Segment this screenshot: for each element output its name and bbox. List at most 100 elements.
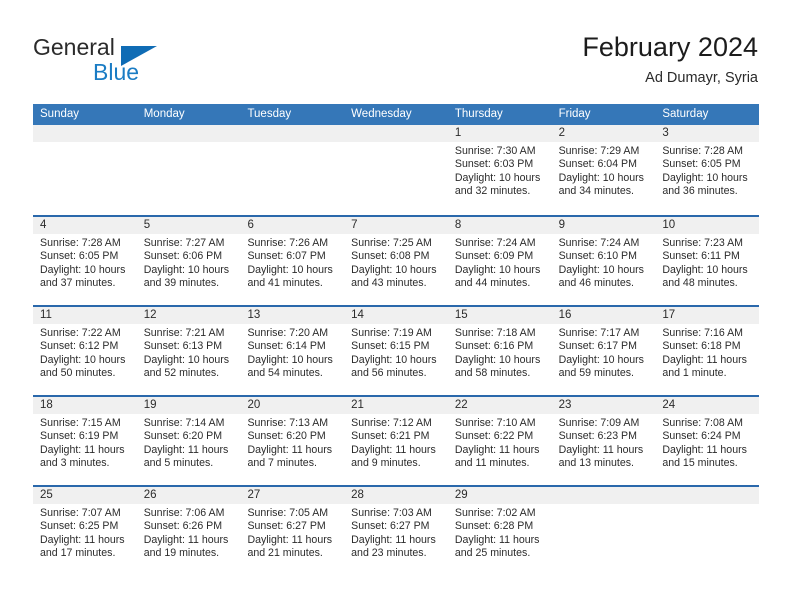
- day-details: Sunrise: 7:23 AM Sunset: 6:11 PM Daylight:…: [655, 234, 759, 291]
- calendar-day-cell[interactable]: 24 Sunrise: 7:08 AM Sunset: 6:24 PM Dayligh…: [655, 397, 760, 485]
- sunset-text: Sunset: 6:14 PM: [247, 340, 326, 353]
- calendar-day-cell[interactable]: 26 Sunrise: 7:06 AM Sunset: 6:26 PM Dayligh…: [136, 487, 241, 575]
- calendar-day-cell[interactable]: 14 Sunrise: 7:19 AM Sunset: 6:15 PM Dayligh…: [344, 307, 448, 395]
- calendar-day-cell[interactable]: 9 Sunrise: 7:24 AM Sunset: 6:10 PM Daylight…: [551, 217, 656, 305]
- day-details: Sunrise: 7:26 AM Sunset: 6:07 PM Daylight:…: [240, 234, 344, 291]
- day-number: 16: [551, 307, 656, 324]
- day-number: 5: [136, 217, 241, 234]
- daylight-text-line1: Daylight: 10 hours: [454, 171, 541, 184]
- calendar-day-cell[interactable]: 20 Sunrise: 7:13 AM Sunset: 6:20 PM Dayligh…: [240, 397, 345, 485]
- general-blue-logo[interactable]: General Blue: [33, 34, 223, 90]
- sunset-text: Sunset: 6:05 PM: [40, 250, 119, 263]
- calendar-day-cell[interactable]: 27 Sunrise: 7:05 AM Sunset: 6:27 PM Dayligh…: [240, 487, 345, 575]
- day-details: Sunrise: 7:08 AM Sunset: 6:24 PM Daylight:…: [655, 414, 759, 471]
- daylight-text-line2: and 46 minutes.: [558, 277, 634, 290]
- sunrise-text: Sunrise: 7:24 AM: [558, 237, 640, 249]
- calendar-day-cell[interactable]: 12 Sunrise: 7:21 AM Sunset: 6:13 PM Dayligh…: [136, 307, 241, 395]
- calendar-day-cell[interactable]: 18 Sunrise: 7:15 AM Sunset: 6:19 PM Dayligh…: [33, 397, 137, 485]
- daylight-text-line2: and 54 minutes.: [247, 367, 323, 380]
- sunrise-text: Sunrise: 7:24 AM: [454, 237, 536, 249]
- sunset-text: Sunset: 6:15 PM: [351, 340, 430, 353]
- calendar-day-cell[interactable]: 6 Sunrise: 7:26 AM Sunset: 6:07 PM Daylight…: [240, 217, 345, 305]
- day-details: Sunrise: 7:21 AM Sunset: 6:13 PM Daylight:…: [137, 324, 241, 381]
- sunrise-text: Sunrise: 7:28 AM: [40, 237, 121, 249]
- day-number: [33, 125, 137, 142]
- daylight-text-line1: Daylight: 11 hours: [143, 533, 229, 546]
- calendar-day-cell[interactable]: 4 Sunrise: 7:28 AM Sunset: 6:05 PM Daylight…: [33, 217, 137, 305]
- sunrise-text: Sunrise: 7:12 AM: [351, 417, 432, 429]
- sunrise-text: Sunrise: 7:25 AM: [351, 237, 432, 249]
- calendar-day-cell[interactable]: 28 Sunrise: 7:03 AM Sunset: 6:27 PM Dayligh…: [344, 487, 448, 575]
- sunrise-text: Sunrise: 7:23 AM: [662, 237, 743, 249]
- page-title: February 2024: [582, 32, 758, 62]
- sunrise-text: Sunrise: 7:16 AM: [662, 327, 743, 339]
- daylight-text-line2: and 15 minutes.: [662, 457, 738, 470]
- sunset-text: Sunset: 6:26 PM: [143, 520, 223, 533]
- day-number: 19: [136, 397, 241, 414]
- sunset-text: Sunset: 6:08 PM: [351, 250, 430, 263]
- calendar-day-cell-empty: [344, 125, 448, 215]
- calendar-day-cell[interactable]: 17 Sunrise: 7:16 AM Sunset: 6:18 PM Dayligh…: [655, 307, 760, 395]
- daylight-text-line1: Daylight: 11 hours: [454, 533, 540, 546]
- sunset-text: Sunset: 6:05 PM: [662, 158, 741, 171]
- day-details: Sunrise: 7:14 AM Sunset: 6:20 PM Daylight:…: [137, 414, 241, 471]
- daylight-text-line1: Daylight: 10 hours: [454, 263, 541, 276]
- daylight-text-line2: and 5 minutes.: [143, 457, 214, 470]
- calendar-day-cell[interactable]: 3 Sunrise: 7:28 AM Sunset: 6:05 PM Daylight…: [655, 125, 760, 215]
- sunrise-text: Sunrise: 7:27 AM: [143, 237, 225, 249]
- calendar-day-cell[interactable]: 2 Sunrise: 7:29 AM Sunset: 6:04 PM Daylight…: [551, 125, 656, 215]
- calendar-day-cell-empty: [240, 125, 345, 215]
- daylight-text-line1: Daylight: 10 hours: [40, 263, 126, 276]
- calendar-day-cell[interactable]: 5 Sunrise: 7:27 AM Sunset: 6:06 PM Daylight…: [136, 217, 241, 305]
- sunset-text: Sunset: 6:22 PM: [454, 430, 534, 443]
- logo-text-blue: Blue: [93, 59, 140, 85]
- weekday-header-wednesday: Wednesday: [351, 108, 412, 120]
- sunrise-text: Sunrise: 7:06 AM: [143, 507, 225, 519]
- daylight-text-line1: Daylight: 10 hours: [662, 263, 748, 276]
- calendar-day-cell[interactable]: 13 Sunrise: 7:20 AM Sunset: 6:14 PM Dayligh…: [240, 307, 345, 395]
- sunset-text: Sunset: 6:10 PM: [558, 250, 637, 263]
- day-details: Sunrise: 7:24 AM Sunset: 6:10 PM Daylight:…: [552, 234, 656, 291]
- daylight-text-line2: and 7 minutes.: [247, 457, 317, 470]
- calendar-day-cell[interactable]: 1 Sunrise: 7:30 AM Sunset: 6:03 PM Daylight…: [447, 125, 552, 215]
- calendar-day-cell[interactable]: 19 Sunrise: 7:14 AM Sunset: 6:20 PM Dayligh…: [136, 397, 241, 485]
- calendar-day-cell[interactable]: 21 Sunrise: 7:12 AM Sunset: 6:21 PM Dayligh…: [344, 397, 448, 485]
- calendar-week-row: 25 Sunrise: 7:07 AM Sunset: 6:25 PM Dayligh…: [33, 485, 760, 575]
- daylight-text-line2: and 50 minutes.: [40, 367, 116, 380]
- daylight-text-line1: Daylight: 11 hours: [351, 443, 436, 456]
- sunrise-text: Sunrise: 7:17 AM: [558, 327, 640, 339]
- day-number: 23: [551, 397, 656, 414]
- sunrise-text: Sunrise: 7:09 AM: [558, 417, 640, 429]
- weekday-header-saturday: Saturday: [662, 108, 709, 120]
- sunset-text: Sunset: 6:21 PM: [351, 430, 430, 443]
- daylight-text-line1: Daylight: 10 hours: [558, 171, 644, 184]
- calendar-day-cell[interactable]: 10 Sunrise: 7:23 AM Sunset: 6:11 PM Dayligh…: [655, 217, 760, 305]
- sunrise-text: Sunrise: 7:20 AM: [247, 327, 329, 339]
- daylight-text-line2: and 13 minutes.: [558, 457, 634, 470]
- calendar-day-cell[interactable]: 15 Sunrise: 7:18 AM Sunset: 6:16 PM Dayligh…: [447, 307, 552, 395]
- calendar-day-cell[interactable]: 23 Sunrise: 7:09 AM Sunset: 6:23 PM Dayligh…: [551, 397, 656, 485]
- day-details: Sunrise: 7:20 AM Sunset: 6:14 PM Daylight:…: [240, 324, 344, 381]
- calendar-week-row: 11 Sunrise: 7:22 AM Sunset: 6:12 PM Dayligh…: [33, 305, 760, 395]
- sunset-text: Sunset: 6:04 PM: [558, 158, 637, 171]
- calendar-day-cell[interactable]: 25 Sunrise: 7:07 AM Sunset: 6:25 PM Dayligh…: [33, 487, 137, 575]
- day-number: 12: [136, 307, 241, 324]
- daylight-text-line1: Daylight: 11 hours: [662, 443, 747, 456]
- calendar-day-cell[interactable]: 7 Sunrise: 7:25 AM Sunset: 6:08 PM Daylight…: [344, 217, 448, 305]
- daylight-text-line1: Daylight: 10 hours: [558, 353, 644, 366]
- calendar-day-cell[interactable]: 29 Sunrise: 7:02 AM Sunset: 6:28 PM Dayligh…: [447, 487, 552, 575]
- day-details: Sunrise: 7:19 AM Sunset: 6:15 PM Daylight:…: [344, 324, 448, 381]
- daylight-text-line2: and 23 minutes.: [351, 547, 427, 560]
- day-details: Sunrise: 7:28 AM Sunset: 6:05 PM Daylight:…: [655, 142, 759, 199]
- calendar-day-cell[interactable]: 16 Sunrise: 7:17 AM Sunset: 6:17 PM Dayligh…: [551, 307, 656, 395]
- calendar-day-cell[interactable]: 8 Sunrise: 7:24 AM Sunset: 6:09 PM Daylight…: [447, 217, 552, 305]
- daylight-text-line1: Daylight: 10 hours: [247, 263, 333, 276]
- calendar-day-cell[interactable]: 22 Sunrise: 7:10 AM Sunset: 6:22 PM Dayligh…: [447, 397, 552, 485]
- weekday-header-friday: Friday: [558, 108, 591, 120]
- day-details: Sunrise: 7:25 AM Sunset: 6:08 PM Daylight:…: [344, 234, 448, 291]
- daylight-text-line1: Daylight: 11 hours: [247, 443, 333, 456]
- daylight-text-line2: and 39 minutes.: [143, 277, 220, 290]
- calendar-day-cell[interactable]: 11 Sunrise: 7:22 AM Sunset: 6:12 PM Dayligh…: [33, 307, 137, 395]
- day-number: 9: [551, 217, 656, 234]
- sunrise-text: Sunrise: 7:26 AM: [247, 237, 329, 249]
